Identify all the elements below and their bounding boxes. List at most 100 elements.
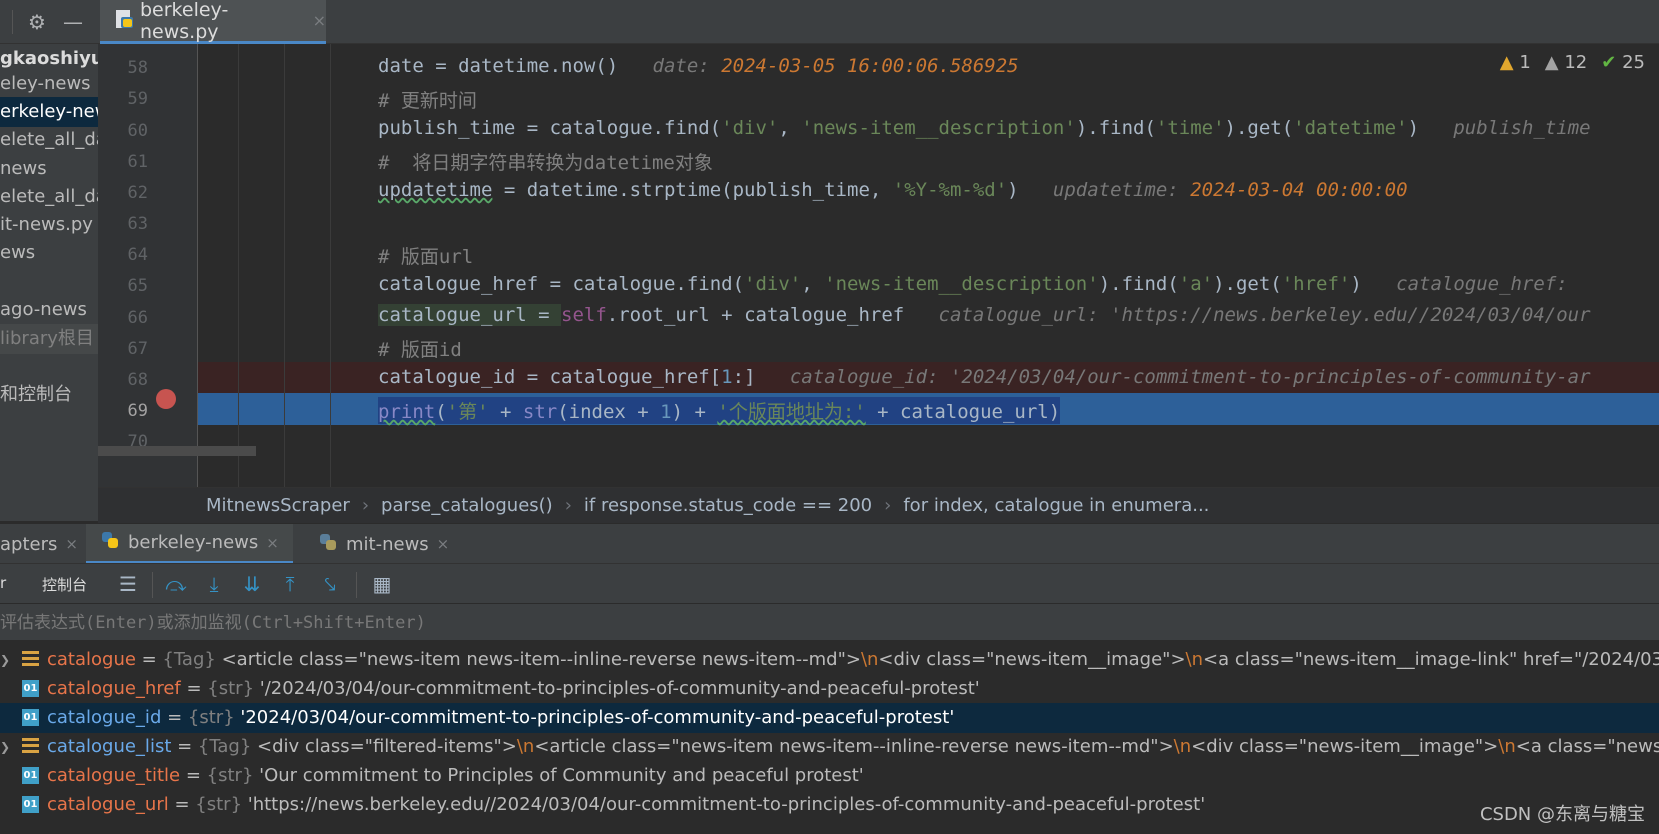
step-out-icon[interactable]: ⤒: [278, 572, 302, 596]
gear-icon[interactable]: ⚙: [26, 11, 48, 33]
divider: [152, 572, 153, 598]
breadcrumb: MitnewsScraper › parse_catalogues() › if…: [98, 487, 1659, 523]
chevron-right-icon: ›: [884, 495, 892, 516]
line-number: 64: [127, 245, 148, 265]
tree-item[interactable]: elete_all_da: [0, 125, 98, 155]
weak-warning-icon: ▲: [1544, 52, 1559, 73]
chevron-right-icon: ›: [564, 495, 572, 516]
python-file-icon: [114, 9, 134, 33]
tree-item[interactable]: news: [0, 154, 47, 184]
chevron-right-icon: ›: [361, 495, 370, 516]
menu-icon[interactable]: ☰: [116, 572, 140, 596]
divider: [356, 572, 357, 598]
error-count[interactable]: ▲ 1: [1500, 52, 1531, 73]
tree-item[interactable]: 和控制台: [0, 380, 72, 410]
tree-item[interactable]: it-news.py: [0, 210, 93, 240]
tag-object-icon: [22, 738, 39, 755]
gutter: 58 59 60 61 62 63 64 65 66 67 68 69 70: [98, 44, 198, 487]
tag-object-icon: [22, 651, 39, 668]
breakpoint-icon[interactable]: [156, 389, 176, 409]
check-icon: ✔: [1601, 52, 1617, 73]
debug-tab-berkeley-news[interactable]: berkeley-news ×: [86, 524, 293, 564]
debug-toolbar: r 控制台 ☰ ⤼ ⤓ ⇊ ⤒ ⤥ ▦: [0, 563, 1659, 603]
variable-row[interactable]: 01 catalogue_title = {str} 'Our commitme…: [0, 761, 1659, 791]
tree-item-library[interactable]: library根目: [0, 324, 98, 354]
tree-item[interactable]: elete_all_da: [0, 182, 98, 212]
expand-arrow-icon[interactable]: ❯: [0, 645, 10, 675]
step-over-icon[interactable]: ⤼: [164, 572, 188, 596]
tab-filename: berkeley-news.py: [140, 0, 229, 43]
line-number: 66: [127, 308, 148, 328]
line-number-current: 69: [127, 401, 148, 421]
line-number: 65: [127, 276, 148, 296]
line-number: 58: [127, 58, 148, 78]
close-icon[interactable]: ×: [313, 11, 326, 30]
code-editor[interactable]: 58 59 60 61 62 63 64 65 66 67 68 69 70 d…: [98, 44, 1659, 487]
code-line-68[interactable]: catalogue_id = catalogue_href[1:] catalo…: [198, 362, 1659, 394]
step-into-icon[interactable]: ⤓: [202, 572, 226, 596]
string-variable-icon: 01: [22, 680, 39, 697]
line-number: 62: [127, 183, 148, 203]
code-line-58[interactable]: date = datetime.now() date: 2024-03-05 1…: [198, 51, 1659, 83]
code-line-67[interactable]: # 版面id: [198, 331, 1659, 363]
expand-arrow-icon[interactable]: ❯: [0, 732, 10, 762]
variable-row[interactable]: ❯ catalogue = {Tag} <article class="news…: [0, 645, 1659, 675]
line-number: 60: [127, 121, 148, 141]
debug-session-tabs: apters × berkeley-news × mit-news ×: [0, 523, 1659, 564]
line-number: 61: [127, 152, 148, 172]
code-line-65[interactable]: catalogue_href = catalogue.find('div', '…: [198, 269, 1659, 301]
variable-row-selected[interactable]: 01 catalogue_id = {str} '2024/03/04/our-…: [0, 703, 1659, 733]
close-icon[interactable]: ×: [65, 535, 78, 553]
top-bar: ⚙ — berkeley-news.py ×: [0, 0, 1659, 44]
breadcrumb-item[interactable]: parse_catalogues(): [381, 495, 553, 516]
debugger-tab[interactable]: r: [0, 574, 6, 592]
string-variable-icon: 01: [22, 767, 39, 784]
tree-item[interactable]: ago-news: [0, 295, 87, 325]
step-into-my-code-icon[interactable]: ⇊: [240, 572, 264, 596]
code-line-61[interactable]: # 将日期字符串转换为datetime对象: [198, 144, 1659, 176]
debug-tab[interactable]: apters ×: [0, 524, 78, 564]
line-number: 68: [127, 370, 148, 390]
tree-item-selected[interactable]: erkeley-new: [0, 97, 98, 127]
code-line-64[interactable]: # 版面url: [198, 238, 1659, 270]
variables-panel: ❯ catalogue = {Tag} <article class="news…: [0, 641, 1659, 834]
variable-row[interactable]: ❯ catalogue_list = {Tag} <div class="fil…: [0, 732, 1659, 762]
code-line-69[interactable]: print('第' + str(index + 1) + '个版面地址为:' +…: [198, 393, 1659, 425]
python-icon: [100, 530, 120, 555]
evaluate-bar: [0, 603, 1659, 641]
close-icon[interactable]: ×: [437, 535, 450, 553]
breadcrumb-item[interactable]: MitnewsScraper: [206, 495, 350, 516]
warning-icon: ▲: [1499, 52, 1514, 73]
run-to-cursor-icon[interactable]: ⤥: [318, 572, 342, 596]
breadcrumb-item[interactable]: if response.status_code == 200: [584, 495, 872, 516]
editor-tab-berkeley-news[interactable]: berkeley-news.py ×: [100, 0, 326, 44]
horizontal-scrollbar[interactable]: [98, 446, 256, 456]
tree-item[interactable]: ews: [0, 238, 35, 268]
string-variable-icon: 01: [22, 709, 39, 726]
debug-tab-mit-news[interactable]: mit-news ×: [318, 524, 449, 564]
code-line-66[interactable]: catalogue_url = self.root_url + catalogu…: [198, 300, 1659, 332]
evaluate-expression-input[interactable]: [0, 609, 1640, 637]
tree-item[interactable]: eley-news: [0, 69, 91, 99]
python-icon: [318, 532, 338, 557]
minimize-icon[interactable]: —: [62, 11, 84, 33]
inspection-widget[interactable]: ▲ 1 ▲ 12 ✔ 25: [1500, 52, 1645, 73]
divider: [12, 10, 13, 34]
code-line-59[interactable]: # 更新时间: [198, 82, 1659, 114]
project-tree: gkaoshiyua eley-news erkeley-new elete_a…: [0, 44, 98, 521]
string-variable-icon: 01: [22, 796, 39, 813]
line-number: 63: [127, 214, 148, 234]
close-icon[interactable]: ×: [266, 534, 279, 552]
console-tab[interactable]: 控制台: [42, 574, 87, 595]
watermark: CSDN @东离与糖宝: [1479, 804, 1645, 825]
evaluate-expression-icon[interactable]: ▦: [370, 572, 394, 596]
variable-row[interactable]: 01 catalogue_href = {str} '/2024/03/04/o…: [0, 674, 1659, 704]
line-number: 67: [127, 339, 148, 359]
ok-count[interactable]: ✔ 25: [1601, 52, 1645, 73]
line-number: 59: [127, 89, 148, 109]
breadcrumb-item[interactable]: for index, catalogue in enumera...: [903, 495, 1209, 516]
code-line-60[interactable]: publish_time = catalogue.find('div', 'ne…: [198, 113, 1659, 145]
warning-count[interactable]: ▲ 12: [1545, 52, 1587, 73]
variable-row[interactable]: 01 catalogue_url = {str} 'https://news.b…: [0, 790, 1659, 820]
code-line-62[interactable]: updatetime = datetime.strptime(publish_t…: [198, 175, 1659, 207]
